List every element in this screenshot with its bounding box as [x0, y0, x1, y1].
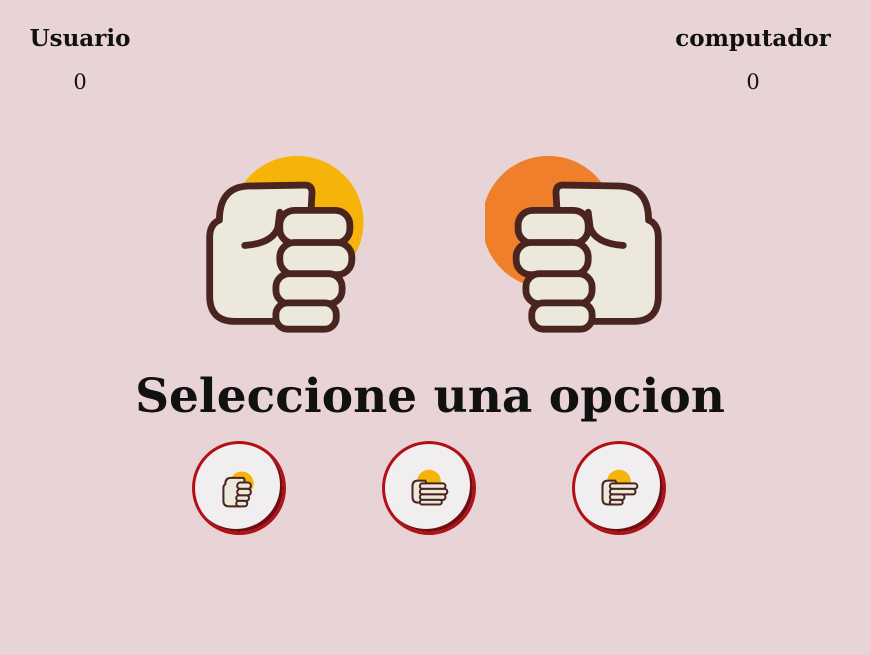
scissors-button[interactable] — [572, 441, 666, 535]
player-hand-rock-fist-icon — [206, 155, 364, 333]
computer-score: 0 — [746, 70, 760, 94]
computer-hand-rock-fist-icon — [485, 155, 662, 333]
rock-hand-icon — [222, 471, 254, 508]
paper-hand-icon — [411, 469, 449, 506]
user-score-panel: Usuario 0 — [0, 22, 165, 98]
rock-button[interactable] — [192, 441, 286, 535]
computer-score-panel: computador 0 — [668, 22, 838, 98]
computer-label: computador — [675, 25, 831, 52]
paper-button[interactable] — [382, 441, 476, 535]
user-score: 0 — [73, 70, 87, 94]
select-option-prompt: Seleccione una opcion — [135, 369, 725, 424]
scissors-hand-icon — [601, 469, 639, 506]
user-label: Usuario — [29, 25, 131, 52]
